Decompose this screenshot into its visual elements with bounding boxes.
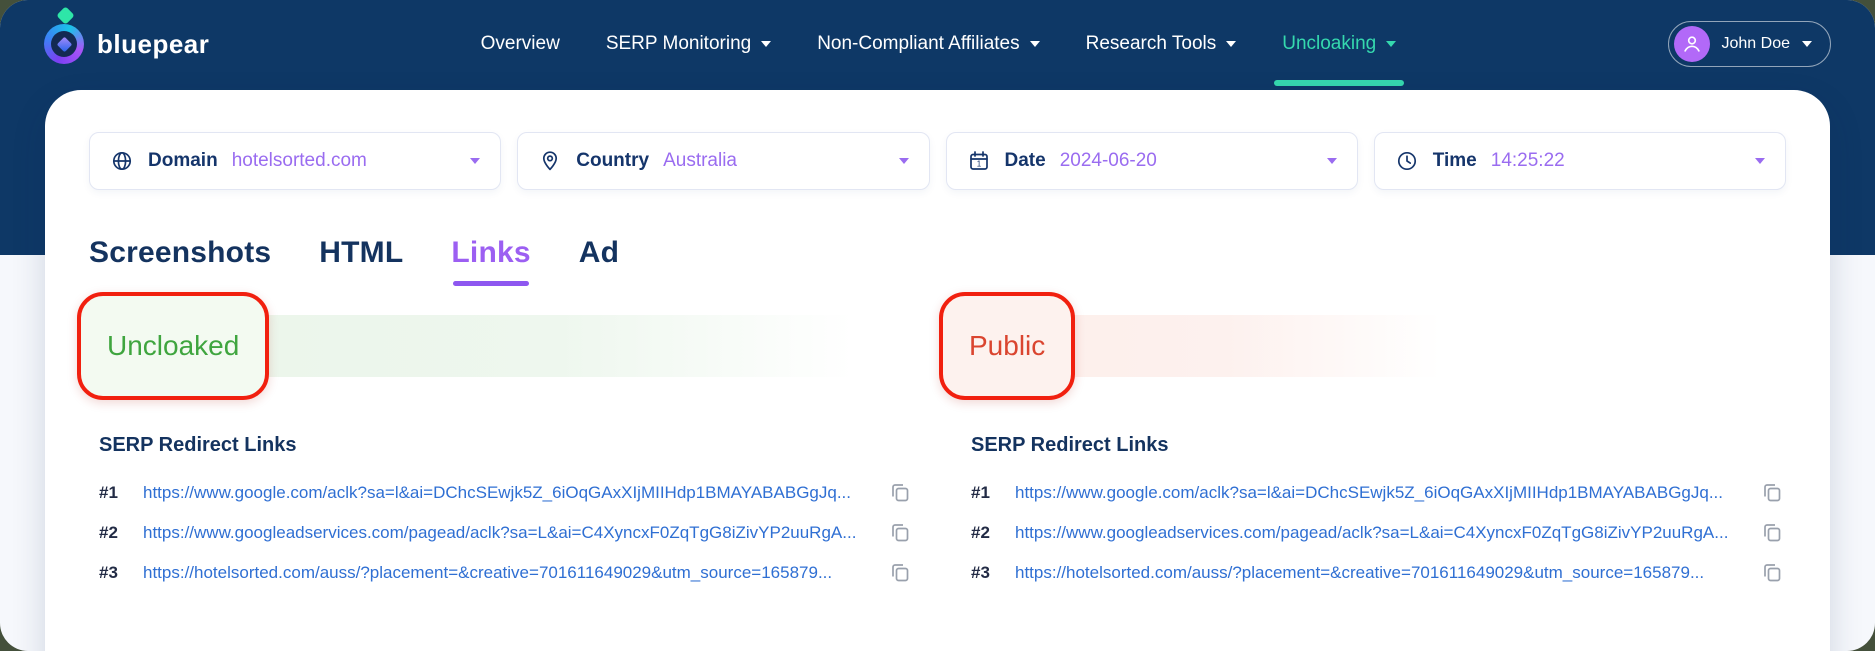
- filter-label: Time: [1432, 150, 1477, 171]
- user-icon: [1683, 36, 1700, 52]
- public-annotation: Public: [939, 292, 1076, 400]
- uncloaked-annotation: Uncloaked: [77, 292, 270, 400]
- tab-links[interactable]: Links: [451, 236, 531, 286]
- panel-heading: SERP Redirect Links: [99, 434, 297, 456]
- chevron-down-icon: [761, 41, 772, 47]
- nav-item-serp-monitoring[interactable]: SERP Monitoring: [605, 0, 772, 88]
- chevron-down-icon: [898, 158, 909, 164]
- tab-ad[interactable]: Ad: [579, 236, 619, 270]
- app-window: bluepear Overview SERP Monitoring Non-Co…: [0, 0, 1875, 651]
- calendar-icon: 1: [967, 149, 991, 173]
- nav-item-research-tools[interactable]: Research Tools: [1086, 0, 1237, 88]
- link-index: #1: [971, 483, 990, 502]
- copy-icon[interactable]: [1759, 561, 1785, 585]
- date-filter-dropdown[interactable]: 1 Date 2024-06-20: [945, 132, 1358, 190]
- chevron-down-icon: [1386, 41, 1397, 47]
- link-index: #2: [971, 523, 990, 542]
- chevron-down-icon: [1802, 41, 1812, 47]
- brand-wordmark: bluepear: [97, 28, 210, 59]
- nav-item-non-compliant-affiliates[interactable]: Non-Compliant Affiliates: [817, 0, 1040, 88]
- annotation-zone: Uncloaked Public: [77, 292, 1786, 406]
- chevron-down-icon: [470, 158, 481, 164]
- filter-label: Date: [1004, 150, 1046, 171]
- time-filter-dropdown[interactable]: Time 14:25:22: [1373, 132, 1786, 190]
- public-label: Public: [969, 330, 1046, 361]
- clock-icon: [1395, 149, 1419, 173]
- copy-icon[interactable]: [1759, 481, 1785, 505]
- uncloaked-links-panel: SERP Redirect Links #1 https://www.googl…: [99, 434, 935, 593]
- globe-icon: [110, 149, 134, 173]
- link-row: #2 https://www.googleadservices.com/page…: [99, 513, 935, 553]
- nav-item-label: SERP Monitoring: [605, 33, 752, 54]
- redirect-link[interactable]: https://www.googleadservices.com/pagead/…: [143, 523, 887, 543]
- country-filter-dropdown[interactable]: Country Australia: [517, 132, 930, 190]
- filter-value: 14:25:22: [1490, 150, 1565, 171]
- nav-item-label: Non-Compliant Affiliates: [817, 33, 1020, 54]
- domain-filter-dropdown[interactable]: Domain hotelsorted.com: [89, 132, 502, 190]
- link-index: #1: [99, 483, 118, 502]
- svg-text:1: 1: [976, 160, 981, 169]
- public-links-panel: SERP Redirect Links #1 https://www.googl…: [971, 434, 1786, 593]
- link-row: #1 https://www.google.com/aclk?sa=l&ai=D…: [99, 473, 935, 513]
- link-index: #2: [99, 523, 118, 542]
- link-row: #3 https://hotelsorted.com/auss/?placeme…: [99, 553, 935, 593]
- redirect-link[interactable]: https://www.google.com/aclk?sa=l&ai=DChc…: [1015, 483, 1759, 503]
- brand: bluepear: [44, 6, 210, 64]
- link-row: #2 https://www.googleadservices.com/page…: [971, 513, 1786, 553]
- redirect-link[interactable]: https://www.googleadservices.com/pagead/…: [1015, 523, 1759, 543]
- tab-html[interactable]: HTML: [319, 236, 403, 270]
- user-name: John Doe: [1721, 35, 1791, 52]
- filter-bar: Domain hotelsorted.com Country Australia: [89, 132, 1786, 190]
- chevron-down-icon: [1326, 158, 1337, 164]
- redirect-link[interactable]: https://hotelsorted.com/auss/?placement=…: [1015, 563, 1759, 583]
- chevron-down-icon: [1226, 41, 1237, 47]
- filter-value: hotelsorted.com: [231, 150, 367, 171]
- copy-icon[interactable]: [887, 561, 913, 585]
- avatar: [1673, 26, 1710, 62]
- content-card: Domain hotelsorted.com Country Australia: [45, 90, 1830, 651]
- user-menu[interactable]: John Doe: [1667, 21, 1831, 67]
- copy-icon[interactable]: [887, 481, 913, 505]
- copy-icon[interactable]: [1759, 521, 1785, 545]
- redirect-link[interactable]: https://www.google.com/aclk?sa=l&ai=DChc…: [143, 483, 887, 503]
- nav-item-uncloaking[interactable]: Uncloaking: [1274, 0, 1405, 88]
- link-index: #3: [971, 563, 990, 582]
- link-row: #1 https://www.google.com/aclk?sa=l&ai=D…: [971, 473, 1786, 513]
- brand-spark-icon: [56, 6, 75, 25]
- copy-icon[interactable]: [887, 521, 913, 545]
- tab-screenshots[interactable]: Screenshots: [89, 236, 271, 270]
- chevron-down-icon: [1029, 41, 1040, 47]
- nav-item-label: Research Tools: [1085, 33, 1217, 54]
- location-pin-icon: [538, 149, 562, 173]
- bluepear-logo-icon: [44, 6, 84, 64]
- filter-value: 2024-06-20: [1059, 150, 1157, 171]
- uncloaked-label: Uncloaked: [107, 330, 240, 361]
- redirect-link[interactable]: https://hotelsorted.com/auss/?placement=…: [143, 563, 887, 583]
- main-nav: Overview SERP Monitoring Non-Compliant A…: [209, 0, 1667, 88]
- links-section: SERP Redirect Links #1 https://www.googl…: [89, 434, 1786, 593]
- top-navigation-bar: bluepear Overview SERP Monitoring Non-Co…: [0, 0, 1875, 88]
- panel-heading: SERP Redirect Links: [971, 434, 1169, 456]
- nav-item-label: Overview: [480, 33, 560, 54]
- filter-value: Australia: [663, 150, 737, 171]
- filter-label: Domain: [148, 150, 218, 171]
- tab-bar: Screenshots HTML Links Ad: [89, 236, 1786, 286]
- logo-ring-icon: [44, 24, 84, 64]
- filter-label: Country: [576, 150, 650, 171]
- link-row: #3 https://hotelsorted.com/auss/?placeme…: [971, 553, 1786, 593]
- nav-item-label: Uncloaking: [1282, 33, 1377, 54]
- link-index: #3: [99, 563, 118, 582]
- chevron-down-icon: [1755, 158, 1765, 164]
- nav-item-overview[interactable]: Overview: [481, 0, 560, 88]
